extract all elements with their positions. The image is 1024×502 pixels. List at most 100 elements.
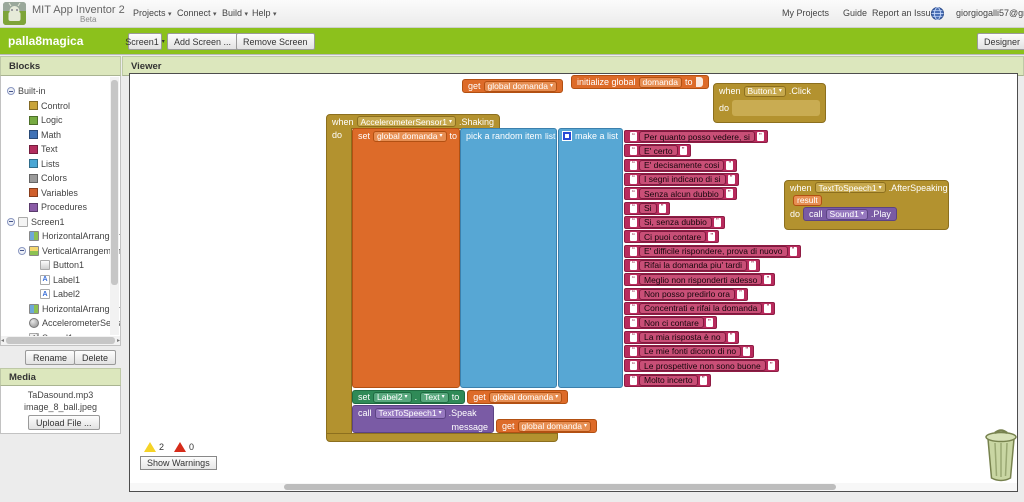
tree-item-label2[interactable]: ALabel2 [40,287,80,301]
rename-button[interactable]: Rename [25,350,75,365]
tree-item-colors[interactable]: Colors [29,171,67,185]
tree-item-control[interactable]: Control [29,99,70,113]
get-variable-block[interactable]: get global domanda▾ [496,419,597,433]
user-email[interactable]: giorgiogalli57@gmail. [956,8,1024,18]
text-string-block[interactable]: “E' difficile rispondere, prova di nuovo… [624,245,801,258]
menu-projects[interactable]: Projects ▾ [133,8,172,18]
string-value[interactable]: Senza alcun dubbio [639,188,724,199]
globe-icon[interactable] [931,7,944,25]
tree-item-button1[interactable]: Button1 [40,258,84,272]
string-value[interactable]: E' difficile rispondere, prova di nuovo [639,246,788,257]
make-a-list-block[interactable]: make a list [558,128,623,388]
menu-build[interactable]: Build ▾ [222,8,248,18]
when-tts-afterspeaking-block[interactable]: when TextToSpeech1▾ .AfterSpeaking resul… [784,180,949,230]
tree-item-horizontalarrangemer[interactable]: HorizontalArrangemer [29,302,121,316]
link-guide[interactable]: Guide [843,8,867,18]
text-string-block[interactable]: “E' certo” [624,144,691,157]
string-value[interactable]: Rifai la domanda piu' tardi [639,260,747,271]
canvas-horizontal-scrollbar[interactable] [130,483,1017,491]
text-string-block[interactable]: “Non posso predirlo ora” [624,288,748,301]
pick-random-item-block[interactable]: pick a random item list [460,128,557,388]
text-string-block[interactable]: “Meglio non risponderti adesso” [624,273,775,286]
scroll-right-arrow-icon[interactable]: ▸ [117,337,120,344]
variable-chip[interactable]: global domanda▾ [489,392,563,403]
tree-item-texttospeech1[interactable]: TextToSpeech1 [29,345,104,346]
tree-item-screen1[interactable]: Screen1 [7,215,65,229]
tree-item-lists[interactable]: Lists [29,157,60,171]
string-value[interactable]: Molto incerto [639,375,698,386]
string-value[interactable]: Le prospettive non sono buone [639,360,766,371]
text-string-block[interactable]: “I segni indicano di si” [624,173,739,186]
variable-chip[interactable]: global domanda▾ [373,131,447,142]
string-value[interactable]: Non posso predirlo ora [639,289,735,300]
component-chip[interactable]: TextToSpeech1▾ [815,182,886,193]
string-value[interactable]: Si, senza dubbio [639,217,712,228]
string-value[interactable]: Concentrati e rifai la domanda [639,303,762,314]
text-string-block[interactable]: “Senza alcun dubbio” [624,187,737,200]
set-global-variable-block[interactable]: set global domanda▾ to [352,128,460,388]
component-chip[interactable]: Button1▾ [744,86,786,97]
string-value[interactable]: Meglio non risponderti adesso [639,274,762,285]
string-value[interactable]: Le mie fonti dicono di no [639,346,741,357]
tree-horizontal-scrollbar[interactable]: ◂▸ [1,336,120,345]
tree-item-label1[interactable]: ALabel1 [40,273,80,287]
show-warnings-button[interactable]: Show Warnings [140,456,217,470]
event-parameter-chip[interactable]: result [793,195,822,206]
tree-item-built-in[interactable]: Built-in [7,84,46,98]
collapse-icon[interactable] [7,218,15,226]
media-file[interactable]: TaDasound.mp3 [1,390,120,400]
text-string-block[interactable]: “Le prospettive non sono buone” [624,359,779,372]
when-accelerometer-do-column[interactable]: do [326,128,352,433]
scroll-left-arrow-icon[interactable]: ◂ [1,337,4,344]
menu-connect[interactable]: Connect ▾ [177,8,217,18]
text-string-block[interactable]: “La mia risposta è no” [624,331,739,344]
text-string-block[interactable]: “E' decisamente cosi” [624,159,737,172]
string-value[interactable]: Non ci contare [639,317,704,328]
empty-do-socket[interactable] [732,100,820,116]
tree-item-variables[interactable]: Variables [29,186,78,200]
tree-item-procedures[interactable]: Procedures [29,200,87,214]
value-socket[interactable] [696,77,703,87]
variable-chip[interactable]: global domanda▾ [518,421,592,432]
upload-file-button[interactable]: Upload File ... [28,415,100,430]
call-speak-block[interactable]: call TextToSpeech1▾ .Speak message [352,405,494,433]
when-accelerometer-shaking-header[interactable]: when AccelerometerSensor1▾ .Shaking [326,114,500,129]
remove-screen-button[interactable]: Remove Screen [236,33,315,50]
string-value[interactable]: La mia risposta è no [639,332,726,343]
string-value[interactable]: Si [639,203,657,214]
string-value[interactable]: Per quanto posso vedere, si [639,131,755,142]
text-string-block[interactable]: “Le mie fonti dicono di no” [624,345,754,358]
component-chip[interactable]: AccelerometerSensor1▾ [357,116,456,127]
text-string-block[interactable]: “Si, senza dubbio” [624,216,725,229]
string-value[interactable]: I segni indicano di si [639,174,726,185]
component-chip[interactable]: Label2▾ [373,392,412,403]
text-string-block[interactable]: “Si” [624,202,670,215]
get-variable-block[interactable]: get global domanda▾ [462,79,563,93]
trash-icon[interactable] [981,426,1021,486]
text-string-block[interactable]: “Ci puoi contare” [624,230,719,243]
string-value[interactable]: E' decisamente cosi [639,160,724,171]
tree-item-accelerometersensor1[interactable]: AccelerometerSensor1 [29,316,121,330]
collapse-icon[interactable] [18,247,26,255]
collapse-icon[interactable] [7,87,15,95]
screen-selector-dropdown[interactable]: Screen1▾ [128,33,162,50]
link-my-projects[interactable]: My Projects [782,8,829,18]
get-variable-block[interactable]: get global domanda▾ [467,390,568,404]
designer-button[interactable]: Designer [977,33,1024,50]
component-chip[interactable]: TextToSpeech1▾ [375,408,446,419]
delete-button[interactable]: Delete [74,350,116,365]
when-accelerometer-footer[interactable] [326,433,558,442]
component-chip[interactable]: Sound1▾ [826,209,868,220]
variable-name-chip[interactable]: domanda [639,77,682,88]
when-button-click-block[interactable]: when Button1▾ .Click do [713,83,826,123]
blocks-canvas[interactable]: get global domanda▾ initialize global do… [129,73,1018,492]
mutator-icon[interactable] [562,131,572,141]
text-string-block[interactable]: “Rifai la domanda piu' tardi” [624,259,760,272]
media-file[interactable]: image_8_ball.jpeg [1,402,120,412]
string-value[interactable]: Ci puoi contare [639,231,706,242]
menu-help[interactable]: Help ▾ [252,8,277,18]
text-string-block[interactable]: “Per quanto posso vedere, si” [624,130,768,143]
tree-item-math[interactable]: Math [29,128,61,142]
set-component-property-block[interactable]: set Label2▾ . Text▾ to [352,390,465,404]
text-string-block[interactable]: “Molto incerto” [624,374,711,387]
